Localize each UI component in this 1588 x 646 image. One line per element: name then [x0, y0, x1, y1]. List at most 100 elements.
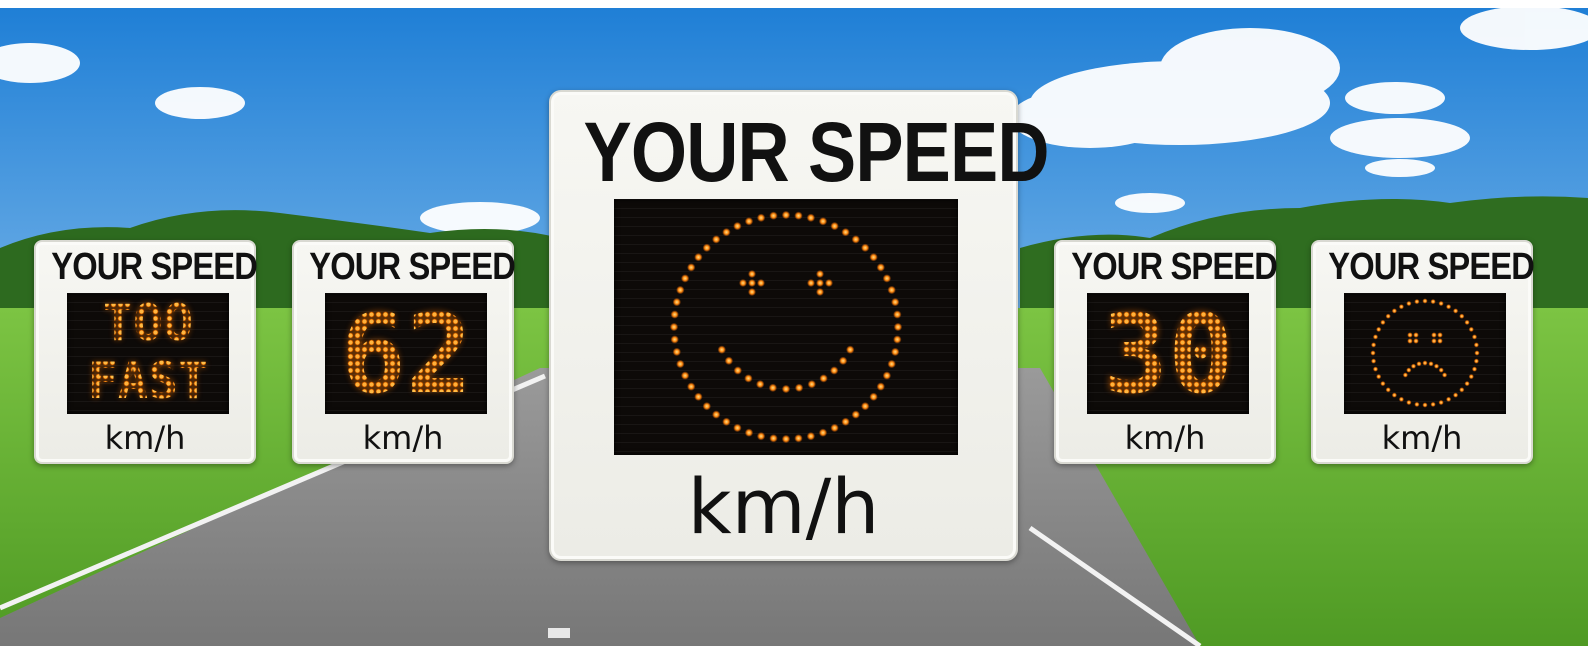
- led-dot: [1438, 367, 1444, 373]
- speed-sign-too-fast: YOUR SPEED TOO FAST km/h: [34, 240, 258, 464]
- led-dot: [893, 310, 902, 319]
- led-text-line-1: TOO: [102, 294, 194, 352]
- led-dot: [676, 359, 685, 369]
- led-dot: [687, 382, 696, 391]
- led-dot: [781, 434, 791, 444]
- led-dot: [781, 210, 791, 220]
- led-dot: [680, 371, 690, 380]
- led-dot: [748, 270, 756, 278]
- led-dot: [1413, 332, 1419, 338]
- led-dot: [1407, 338, 1413, 344]
- led-dot: [893, 322, 903, 332]
- led-dot: [806, 432, 816, 441]
- led-dot: [1422, 360, 1428, 366]
- led-dot: [1391, 308, 1397, 314]
- sign-unit: km/h: [687, 462, 880, 551]
- led-dot: [756, 432, 766, 441]
- led-dot: [807, 279, 815, 287]
- smiley-face-icon: [669, 210, 903, 444]
- sign-unit: km/h: [104, 419, 186, 457]
- led-dot: [1428, 361, 1434, 367]
- led-dot: [1442, 372, 1448, 378]
- led-dot: [1413, 338, 1419, 344]
- led-dot: [756, 380, 765, 389]
- led-dot: [744, 374, 753, 383]
- led-dot: [676, 285, 685, 295]
- led-dot: [1430, 299, 1436, 305]
- led-dot: [712, 235, 721, 244]
- led-dot: [1370, 350, 1376, 356]
- led-dot: [1446, 396, 1452, 402]
- led-dot: [702, 243, 711, 252]
- led-dot: [757, 279, 765, 287]
- speed-sign-30: YOUR SPEED 30 km/h: [1054, 240, 1278, 464]
- led-dot: [1398, 396, 1404, 402]
- led-dot: [1406, 300, 1412, 307]
- led-dot: [851, 410, 860, 419]
- led-dot: [694, 253, 703, 262]
- led-dot: [1459, 387, 1465, 393]
- led-dot: [838, 356, 848, 365]
- led-dot: [680, 274, 690, 283]
- led-dot: [830, 366, 839, 375]
- led-dot: [876, 382, 885, 391]
- led-dot: [1372, 366, 1379, 372]
- sign-title: YOUR SPEED: [583, 105, 1050, 199]
- led-dot: [739, 279, 747, 287]
- led-dot: [1446, 304, 1452, 310]
- led-text-line-2: FAST: [87, 352, 209, 410]
- led-dot: [869, 253, 878, 262]
- led-dot: [1416, 361, 1422, 367]
- led-dot: [733, 221, 742, 231]
- led-dot: [687, 263, 696, 272]
- led-dot: [1376, 326, 1382, 332]
- led-dot: [1380, 381, 1386, 387]
- led-dot: [712, 410, 721, 419]
- led-dot: [830, 221, 839, 231]
- led-dot: [672, 347, 681, 357]
- led-dot: [891, 297, 900, 307]
- led-speed-value: 30: [1101, 290, 1235, 418]
- led-dot: [744, 217, 754, 226]
- sad-face-icon: [1370, 298, 1480, 408]
- led-dot: [768, 383, 778, 392]
- led-display: [614, 199, 958, 455]
- led-dot: [1438, 300, 1444, 307]
- led-dot: [816, 279, 824, 287]
- sign-title: YOUR SPEED: [1071, 246, 1278, 288]
- led-dot: [1474, 350, 1480, 356]
- led-display: 62: [325, 293, 487, 414]
- led-dot: [891, 347, 900, 357]
- led-dot: [819, 374, 828, 383]
- led-dot: [869, 392, 878, 401]
- led-dot: [756, 213, 766, 222]
- led-dot: [1459, 313, 1465, 319]
- led-dot: [1410, 363, 1417, 369]
- sign-unit: km/h: [1381, 419, 1463, 457]
- led-dot: [1473, 358, 1479, 364]
- led-dot: [794, 434, 803, 443]
- led-dot: [1380, 319, 1386, 325]
- led-dot: [1430, 401, 1436, 407]
- led-dot: [724, 356, 734, 365]
- led-dot: [702, 402, 711, 411]
- led-dot: [882, 274, 892, 283]
- led-dot: [1464, 381, 1470, 387]
- led-dot: [807, 380, 816, 389]
- led-dot: [846, 345, 855, 354]
- led-dot: [1371, 358, 1377, 364]
- led-dot: [781, 384, 791, 394]
- led-dot: [1406, 367, 1412, 373]
- led-display: [1344, 293, 1506, 414]
- led-dot: [1431, 332, 1437, 338]
- led-dot: [1372, 334, 1379, 340]
- sign-unit: km/h: [362, 419, 444, 457]
- led-dot: [1406, 399, 1412, 406]
- led-dot: [733, 423, 742, 433]
- led-dot: [1431, 338, 1437, 344]
- sign-title: YOUR SPEED: [1328, 246, 1535, 288]
- led-dot: [1438, 399, 1444, 406]
- led-dot: [882, 371, 892, 380]
- led-dot: [769, 434, 778, 443]
- led-dot: [825, 279, 833, 287]
